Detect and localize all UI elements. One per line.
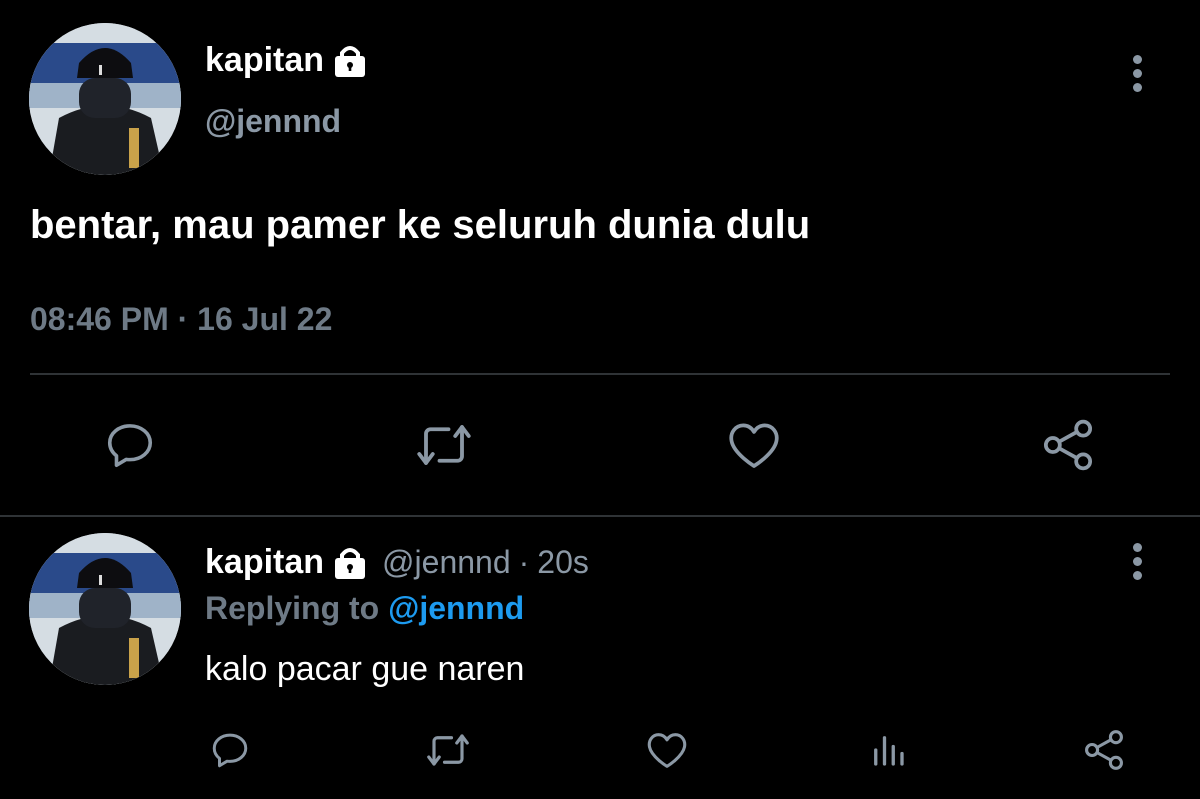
reply-avatar[interactable] (29, 533, 181, 685)
reply-icon[interactable] (100, 415, 160, 475)
replying-label: Replying to (205, 590, 380, 626)
tweet-text: bentar, mau pamer ke seluruh dunia dulu (30, 203, 811, 247)
lock-icon (332, 545, 368, 581)
tweet-timestamp[interactable]: 08:46 PM · 16 Jul 22 (30, 301, 332, 338)
retweet-icon[interactable] (423, 727, 473, 773)
like-icon[interactable] (644, 727, 690, 773)
share-icon[interactable] (1038, 415, 1098, 475)
share-icon[interactable] (1081, 727, 1127, 773)
analytics-icon[interactable] (865, 727, 911, 773)
avatar[interactable] (29, 23, 181, 175)
replying-to-line: Replying to @jennnd (205, 590, 524, 627)
reply-time[interactable]: 20s (537, 544, 589, 581)
lock-icon (332, 43, 368, 79)
retweet-icon[interactable] (412, 415, 476, 475)
reply-author-handle[interactable]: @jennnd (382, 544, 511, 581)
author-name[interactable]: kapitan (205, 41, 324, 80)
like-icon[interactable] (724, 415, 784, 475)
reply-author-name[interactable]: kapitan (205, 543, 324, 582)
more-options-icon[interactable] (1131, 543, 1143, 585)
replying-mention-link[interactable]: @jennnd (388, 590, 524, 626)
divider (30, 373, 1170, 375)
more-options-icon[interactable] (1131, 55, 1143, 97)
divider (0, 515, 1200, 517)
author-handle[interactable]: @jennnd (205, 103, 341, 140)
reply-icon[interactable] (207, 727, 253, 773)
reply-text: kalo pacar gue naren (205, 650, 525, 688)
separator-dot: · (518, 544, 530, 580)
